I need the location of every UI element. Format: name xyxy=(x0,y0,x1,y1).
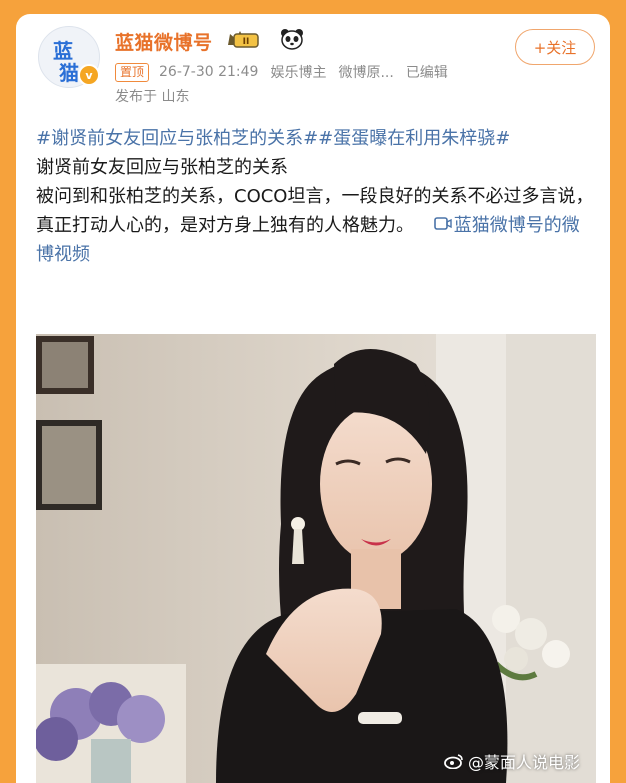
verified-icon: v xyxy=(78,64,100,86)
weibo-logo-icon xyxy=(444,754,463,769)
avatar-char-2: 猫 xyxy=(59,61,79,85)
weibo-post-card: 蓝 猫 v 蓝猫微博号 II +关注 置顶 26-7-30 21:49 娱乐博主… xyxy=(16,14,610,783)
author-role: 娱乐博主 xyxy=(270,65,327,81)
topic-hashtags[interactable]: #谢贤前女友回应与张柏芝的关系##蛋蛋曝在利用朱梓骁# xyxy=(36,124,596,153)
video-frame xyxy=(36,334,596,783)
author-name[interactable]: 蓝猫微博号 xyxy=(115,28,213,55)
post-source[interactable]: 微博原... xyxy=(338,62,393,82)
post-location: 发布于 山东 xyxy=(115,89,190,105)
post-date: 26-7-30 21:49 xyxy=(159,64,259,80)
crown-level-icon: II xyxy=(228,31,259,48)
watermark-text: @蒙面人说电影 xyxy=(467,753,580,772)
post-body: #谢贤前女友回应与张柏芝的关系##蛋蛋曝在利用朱梓骁# 谢贤前女友回应与张柏芝的… xyxy=(36,124,596,269)
panda-icon xyxy=(281,29,303,50)
pinned-badge: 置顶 xyxy=(115,62,150,82)
video-link-icon xyxy=(433,217,452,230)
edited-label[interactable]: 已编辑 xyxy=(406,62,448,82)
follow-button[interactable]: +关注 xyxy=(515,29,595,65)
watermark: @蒙面人说电影 xyxy=(444,749,580,773)
level-badge-text: II xyxy=(243,37,250,47)
post-text-line1: 谢贤前女友回应与张柏芝的关系 xyxy=(36,157,288,178)
post-meta: 置顶 26-7-30 21:49 娱乐博主 微博原... 已编辑 xyxy=(115,62,448,82)
video-player[interactable]: @蒙面人说电影 xyxy=(36,334,596,783)
